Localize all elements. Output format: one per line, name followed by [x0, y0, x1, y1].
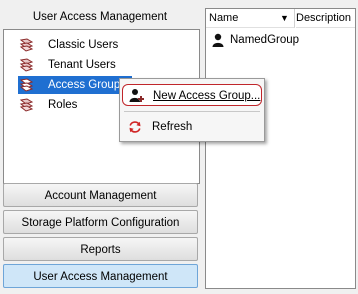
context-menu: New Access Group... Refresh [119, 78, 265, 142]
roles-icon [19, 98, 34, 112]
menu-item-label: Refresh [152, 121, 193, 133]
group-icon [212, 33, 224, 47]
refresh-icon [129, 121, 141, 133]
tree-item-label: Roles [48, 99, 78, 111]
storage-platform-configuration-button[interactable]: Storage Platform Configuration [3, 210, 198, 234]
tree-item-tenant-users[interactable]: Tenant Users [18, 56, 178, 74]
menu-separator [124, 111, 260, 112]
user-access-management-button[interactable]: User Access Management [3, 264, 198, 288]
add-user-icon [129, 89, 144, 102]
roles-icon [19, 78, 34, 92]
tree-item-label: Tenant Users [48, 59, 116, 71]
row-name: NamedGroup [230, 34, 300, 46]
tree-item-access-groups[interactable]: Access Groups [18, 76, 132, 94]
column-header-description[interactable]: Description [296, 9, 355, 28]
roles-icon [19, 58, 34, 72]
tree-item-label: Classic Users [48, 39, 119, 51]
tree-item-classic-users[interactable]: Classic Users [18, 36, 178, 54]
table-row[interactable]: NamedGroup [206, 31, 355, 49]
new-access-group-menu-item[interactable]: New Access Group... [122, 84, 262, 106]
column-header-label: Name [209, 12, 239, 24]
reports-button[interactable]: Reports [3, 237, 198, 261]
refresh-menu-item[interactable]: Refresh [122, 116, 262, 138]
column-header-name[interactable]: Name ▼ [206, 9, 295, 28]
panel-title: User Access Management [32, 11, 168, 23]
column-header-label: Description [296, 12, 352, 24]
roles-icon [19, 38, 34, 52]
account-management-button[interactable]: Account Management [3, 183, 198, 207]
menu-item-label: New Access Group... [153, 90, 261, 102]
tree-item-label: Access Groups [48, 79, 126, 91]
groups-table[interactable]: Name ▼ Description NamedGroup [205, 8, 356, 289]
sort-descending-icon: ▼ [280, 13, 289, 23]
